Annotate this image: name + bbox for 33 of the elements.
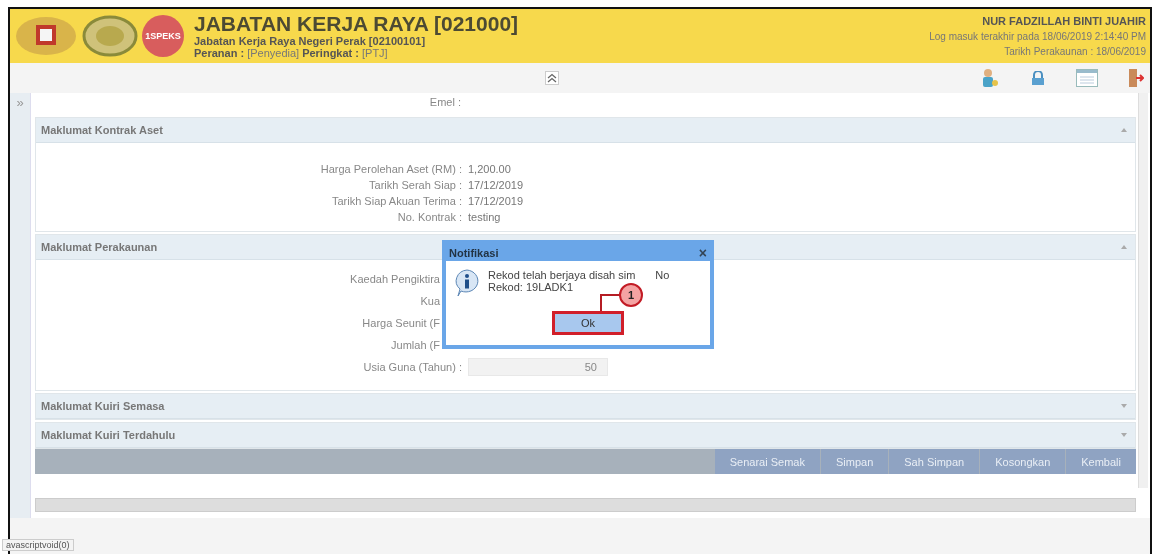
- field-label: Emel :: [428, 95, 462, 110]
- status-text: avascriptvoid(0): [2, 539, 74, 551]
- section-title: Maklumat Kuiri Terdahulu: [41, 429, 176, 441]
- field-value: 17/12/2019: [468, 194, 525, 209]
- section-title: Maklumat Kuiri Semasa: [41, 400, 165, 412]
- level-label: Peringkat :: [302, 47, 359, 59]
- section-title: Maklumat Perakaunan: [41, 241, 158, 253]
- field-label: Harga Perolehan Aset (RM) :: [319, 162, 463, 177]
- message-text: Rekod telah berjaya disah sim: [488, 269, 636, 281]
- section-title: Maklumat Kontrak Aset: [41, 124, 163, 136]
- field-label: Kua: [419, 294, 441, 309]
- field-label: Jumlah (F: [390, 338, 441, 353]
- account-date: Tarikh Perakaunan : 18/06/2019: [1003, 44, 1146, 59]
- field-value: testing: [468, 210, 502, 225]
- department-name: Jabatan Kerja Raya Negeri Perak [02100101]: [194, 35, 427, 47]
- last-login: Log masuk terakhir pada 18/06/2019 2:14:40 PM: [929, 29, 1146, 44]
- role-value: [Penyedia]: [247, 47, 300, 59]
- message-text: No: [655, 269, 670, 281]
- field-value: 1,200.00: [468, 162, 512, 177]
- field-label: Harga Seunit (F: [361, 316, 441, 331]
- message-text: Rekod: 19LADK1: [488, 281, 574, 293]
- field-label: Usia Guna (Tahun) :: [362, 360, 463, 375]
- dialog-title: Notifikasi: [449, 246, 499, 259]
- field-label: Tarikh Siap Akuan Terima :: [330, 194, 463, 209]
- field-label: Tarikh Serah Siap :: [368, 178, 463, 193]
- app-title: JABATAN KERJA RAYA [021000]: [194, 13, 520, 35]
- logo-badge: 1SPEKS: [142, 15, 184, 57]
- field-label: No. Kontrak :: [396, 210, 463, 225]
- field-value: 17/12/2019: [468, 178, 525, 193]
- role-label: Peranan :: [194, 47, 245, 59]
- field-label: Kaedah Pengiktira: [349, 272, 441, 287]
- level-value: [PTJ]: [362, 47, 388, 59]
- user-name: NUR FADZILLAH BINTI JUAHIR: [981, 13, 1146, 29]
